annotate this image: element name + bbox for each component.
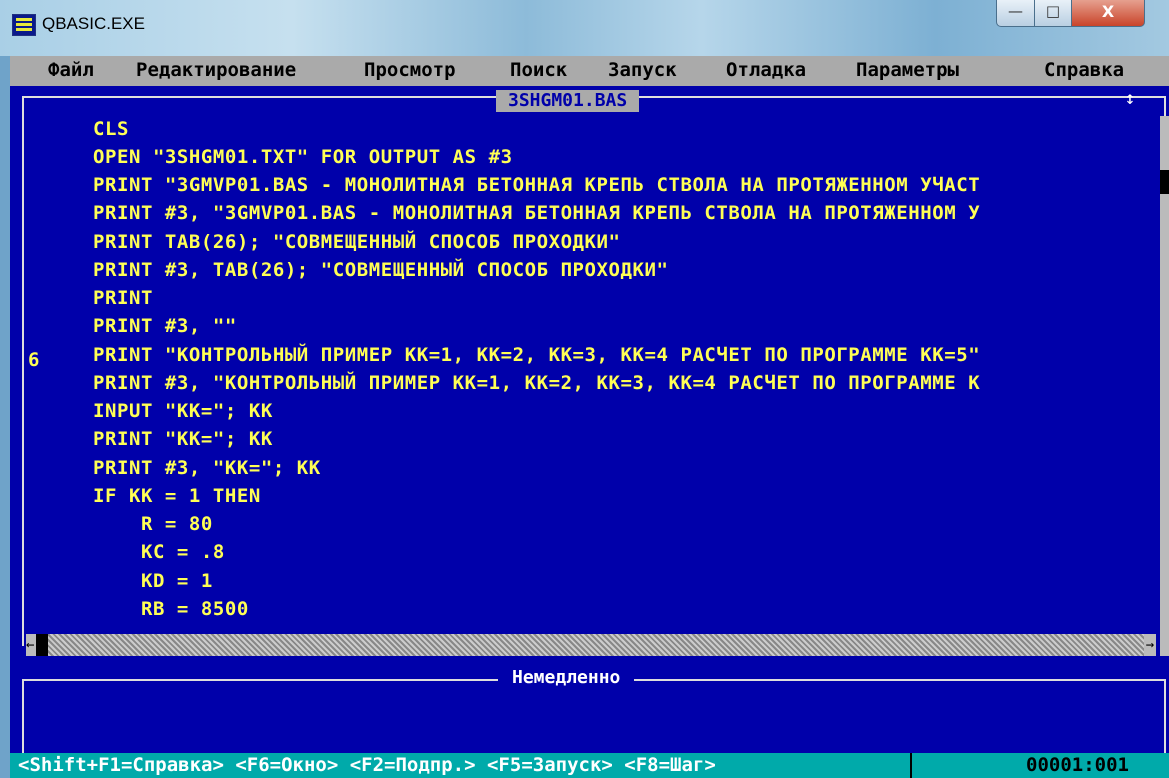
immediate-window[interactable]	[22, 679, 1166, 753]
line-marker: 6	[28, 349, 40, 371]
status-hints: <Shift+F1=Справка> <F6=Окно> <F2=Подпр.>…	[18, 754, 716, 776]
window-title: QBASIC.EXE	[42, 14, 145, 33]
close-icon: X	[1101, 2, 1115, 21]
vertical-scrollbar[interactable]	[1160, 116, 1169, 656]
close-button[interactable]: X	[1071, 0, 1145, 27]
maximize-button[interactable]: □	[1034, 0, 1072, 27]
code-line[interactable]: KD = 1	[93, 570, 213, 592]
status-bar: <Shift+F1=Справка> <F6=Окно> <F2=Подпр.>…	[10, 753, 1169, 778]
horizontal-scroll-thumb[interactable]	[36, 634, 48, 656]
menu-file[interactable]: Файл	[48, 59, 94, 81]
menu-help[interactable]: Справка	[1044, 59, 1124, 81]
editor-file-title: 3SHGM01.BAS	[496, 90, 640, 112]
qbasic-window: Файл Редактирование Просмотр Поиск Запус…	[10, 56, 1169, 778]
code-line[interactable]: RB = 8500	[93, 598, 249, 620]
code-line[interactable]: PRINT	[93, 287, 153, 309]
code-line[interactable]: PRINT TAB(26); "СОВМЕЩЕННЫЙ СПОСОБ ПРОХО…	[93, 231, 621, 253]
code-line[interactable]: IF KK = 1 THEN	[93, 485, 261, 507]
menu-edit[interactable]: Редактирование	[136, 59, 296, 81]
status-divider	[910, 753, 912, 778]
code-line[interactable]: INPUT "KK="; KK	[93, 400, 273, 422]
menu-debug[interactable]: Отладка	[726, 59, 806, 81]
code-line[interactable]: OPEN "3SHGM01.TXT" FOR OUTPUT AS #3	[93, 146, 513, 168]
code-line[interactable]: PRINT "KK="; KK	[93, 428, 273, 450]
code-line[interactable]: PRINT #3, "KK="; KK	[93, 457, 321, 479]
code-line[interactable]: PRINT #3, TAB(26); "СОВМЕЩЕННЫЙ СПОСОБ П…	[93, 259, 668, 281]
code-line[interactable]: KC = .8	[93, 541, 225, 563]
vertical-scroll-thumb[interactable]	[1160, 170, 1169, 194]
minimize-button[interactable]: —	[996, 0, 1035, 27]
code-line[interactable]: PRINT #3, "3GMVP01.BAS - МОНОЛИТНАЯ БЕТО…	[93, 202, 980, 224]
menu-run[interactable]: Запуск	[608, 59, 677, 81]
maximize-window-icon[interactable]: ↕	[1116, 86, 1144, 112]
scroll-left-arrow-icon[interactable]: ←	[26, 634, 36, 656]
qbasic-app-icon	[12, 14, 36, 36]
menu-view[interactable]: Просмотр	[364, 59, 456, 81]
cursor-position: 00001:001	[1026, 754, 1129, 776]
code-line[interactable]: PRINT #3, ""	[93, 315, 237, 337]
menu-search[interactable]: Поиск	[510, 59, 567, 81]
window-titlebar: QBASIC.EXE — □ X	[0, 0, 1169, 56]
code-line[interactable]: PRINT #3, "КОНТРОЛЬНЫЙ ПРИМЕР KK=1, KK=2…	[93, 372, 980, 394]
code-line[interactable]: CLS	[93, 118, 129, 140]
code-line[interactable]: PRINT "КОНТРОЛЬНЫЙ ПРИМЕР KK=1, KK=2, KK…	[93, 344, 980, 366]
maximize-icon: □	[1045, 2, 1061, 20]
horizontal-scrollbar[interactable]: ← →	[26, 634, 1156, 656]
menu-options[interactable]: Параметры	[856, 59, 959, 81]
scroll-right-arrow-icon[interactable]: →	[1144, 634, 1156, 656]
immediate-window-title: Немедленно	[498, 667, 635, 689]
code-line[interactable]: R = 80	[93, 513, 213, 535]
code-line[interactable]: PRINT "3GMVP01.BAS - МОНОЛИТНАЯ БЕТОННАЯ…	[93, 174, 980, 196]
minimize-icon: —	[1008, 2, 1023, 20]
menu-bar: Файл Редактирование Просмотр Поиск Запус…	[10, 56, 1169, 86]
